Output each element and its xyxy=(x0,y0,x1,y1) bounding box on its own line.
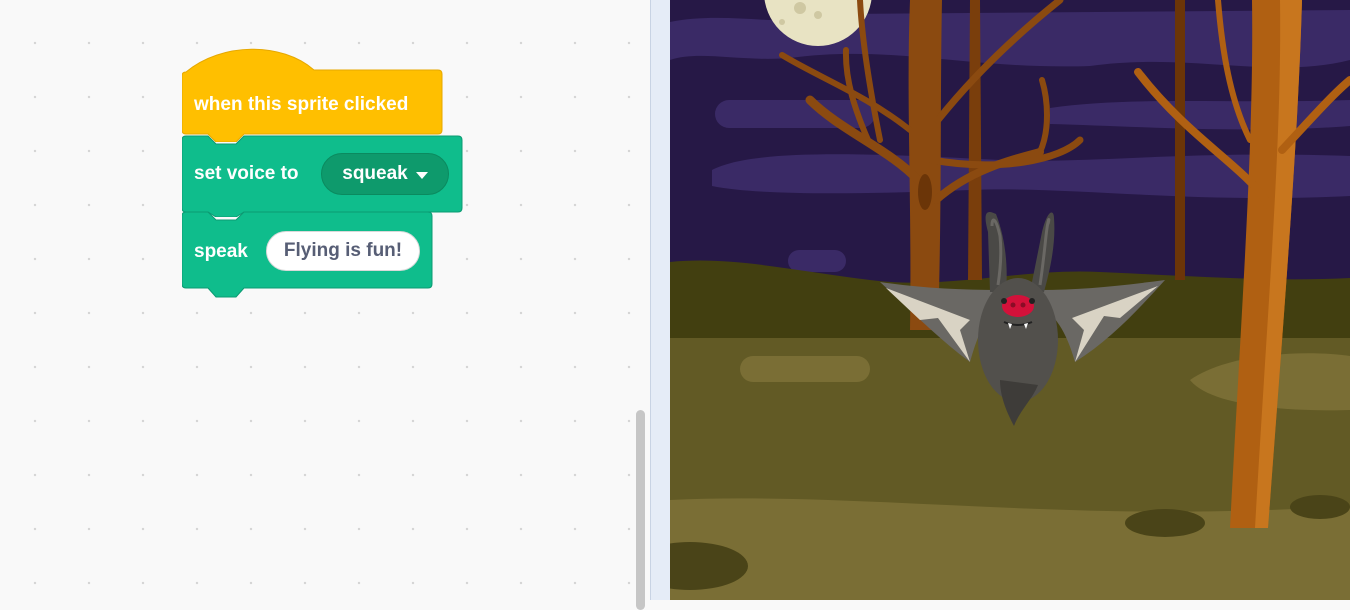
set-voice-label: set voice to xyxy=(194,163,299,184)
set-voice-block[interactable]: set voice to squeak xyxy=(182,135,464,217)
speak-label: speak xyxy=(194,241,248,262)
speak-block[interactable]: speak Flying is fun! xyxy=(182,210,434,302)
speak-text-input[interactable]: Flying is fun! xyxy=(266,231,420,271)
stage[interactable] xyxy=(670,0,1350,600)
stage-divider xyxy=(650,0,671,600)
voice-dropdown-value: squeak xyxy=(342,163,408,184)
event-block-label: when this sprite clicked xyxy=(194,94,409,115)
stage-backdrop xyxy=(670,0,1350,600)
speak-text-value: Flying is fun! xyxy=(283,240,403,261)
code-area-scrollbar[interactable] xyxy=(636,410,645,610)
when-sprite-clicked-block[interactable]: when this sprite clicked xyxy=(182,46,443,142)
voice-dropdown[interactable]: squeak xyxy=(321,153,449,195)
chevron-down-icon xyxy=(415,171,428,179)
